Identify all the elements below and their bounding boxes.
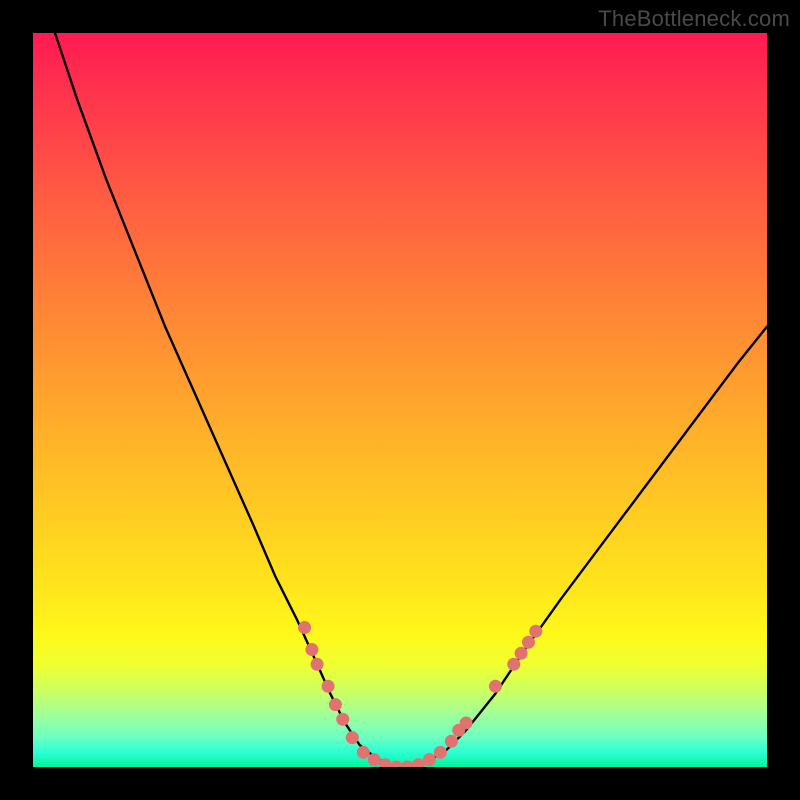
bottleneck-curve: [55, 33, 767, 767]
data-point: [298, 621, 311, 634]
data-point: [311, 658, 324, 671]
data-point: [305, 643, 318, 656]
watermark-text: TheBottleneck.com: [598, 6, 790, 32]
data-point: [390, 761, 403, 768]
data-point: [529, 625, 542, 638]
data-point: [346, 731, 359, 744]
data-point: [401, 761, 414, 768]
data-point: [357, 746, 370, 759]
data-point: [434, 746, 447, 759]
data-point: [445, 735, 458, 748]
data-point: [322, 680, 335, 693]
data-point: [336, 713, 349, 726]
plot-area: [33, 33, 767, 767]
data-point: [515, 647, 528, 660]
data-point: [489, 680, 502, 693]
curve-svg: [33, 33, 767, 767]
data-point: [423, 753, 436, 766]
data-point: [522, 636, 535, 649]
data-point: [507, 658, 520, 671]
data-point: [329, 698, 342, 711]
outer-frame: TheBottleneck.com: [0, 0, 800, 800]
data-point: [460, 716, 473, 729]
